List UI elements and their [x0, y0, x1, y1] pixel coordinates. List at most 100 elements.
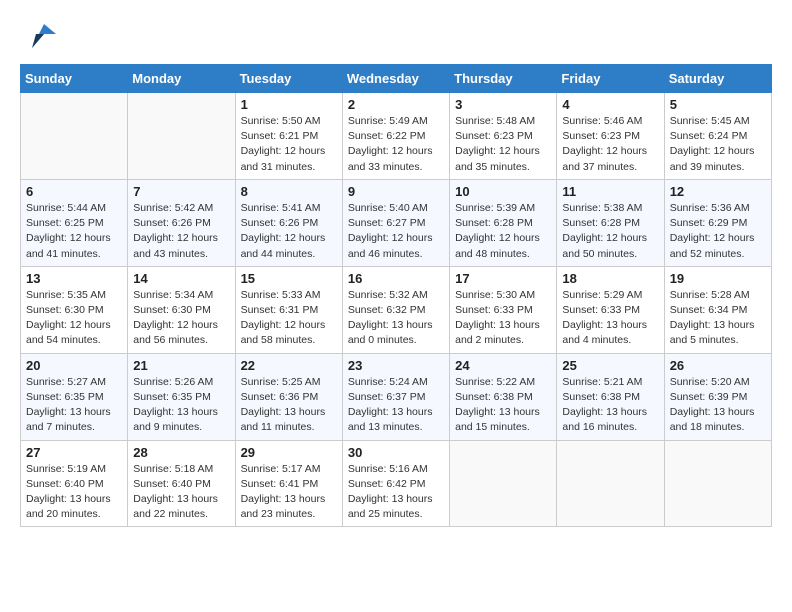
calendar-cell: 23 Sunrise: 5:24 AMSunset: 6:37 PMDayligh… — [342, 353, 449, 440]
day-number: 30 — [348, 445, 444, 460]
calendar-cell — [128, 93, 235, 180]
day-info: Sunrise: 5:44 AMSunset: 6:25 PMDaylight:… — [26, 201, 122, 262]
day-info: Sunrise: 5:45 AMSunset: 6:24 PMDaylight:… — [670, 114, 766, 175]
day-info: Sunrise: 5:29 AMSunset: 6:33 PMDaylight:… — [562, 288, 658, 349]
calendar-cell: 9 Sunrise: 5:40 AMSunset: 6:27 PMDaylight… — [342, 179, 449, 266]
day-number: 4 — [562, 97, 658, 112]
day-number: 9 — [348, 184, 444, 199]
day-info: Sunrise: 5:22 AMSunset: 6:38 PMDaylight:… — [455, 375, 551, 436]
calendar-cell: 24 Sunrise: 5:22 AMSunset: 6:38 PMDayligh… — [450, 353, 557, 440]
day-info: Sunrise: 5:24 AMSunset: 6:37 PMDaylight:… — [348, 375, 444, 436]
calendar-cell — [450, 440, 557, 527]
weekday-header: Sunday — [21, 65, 128, 93]
calendar-cell: 6 Sunrise: 5:44 AMSunset: 6:25 PMDaylight… — [21, 179, 128, 266]
day-info: Sunrise: 5:36 AMSunset: 6:29 PMDaylight:… — [670, 201, 766, 262]
day-number: 24 — [455, 358, 551, 373]
day-number: 12 — [670, 184, 766, 199]
day-info: Sunrise: 5:39 AMSunset: 6:28 PMDaylight:… — [455, 201, 551, 262]
calendar-cell — [557, 440, 664, 527]
calendar-cell — [664, 440, 771, 527]
day-number: 14 — [133, 271, 229, 286]
day-number: 1 — [241, 97, 337, 112]
weekday-header: Thursday — [450, 65, 557, 93]
calendar-cell: 19Sunrise: 5:28 AMSunset: 6:34 PMDayligh… — [664, 266, 771, 353]
day-number: 15 — [241, 271, 337, 286]
calendar-cell: 30 Sunrise: 5:16 AMSunset: 6:42 PMDayligh… — [342, 440, 449, 527]
calendar-cell: 21Sunrise: 5:26 AMSunset: 6:35 PMDayligh… — [128, 353, 235, 440]
day-info: Sunrise: 5:42 AMSunset: 6:26 PMDaylight:… — [133, 201, 229, 262]
logo — [20, 20, 56, 48]
calendar-cell: 10Sunrise: 5:39 AMSunset: 6:28 PMDayligh… — [450, 179, 557, 266]
calendar-cell: 15 Sunrise: 5:33 AMSunset: 6:31 PMDayligh… — [235, 266, 342, 353]
day-info: Sunrise: 5:33 AMSunset: 6:31 PMDaylight:… — [241, 288, 337, 349]
day-number: 27 — [26, 445, 122, 460]
calendar-week-row: 27Sunrise: 5:19 AMSunset: 6:40 PMDayligh… — [21, 440, 772, 527]
day-info: Sunrise: 5:27 AMSunset: 6:35 PMDaylight:… — [26, 375, 122, 436]
day-info: Sunrise: 5:38 AMSunset: 6:28 PMDaylight:… — [562, 201, 658, 262]
calendar-cell: 2 Sunrise: 5:49 AMSunset: 6:22 PMDaylight… — [342, 93, 449, 180]
day-info: Sunrise: 5:25 AMSunset: 6:36 PMDaylight:… — [241, 375, 337, 436]
day-info: Sunrise: 5:21 AMSunset: 6:38 PMDaylight:… — [562, 375, 658, 436]
calendar-cell: 4Sunrise: 5:46 AMSunset: 6:23 PMDaylight… — [557, 93, 664, 180]
day-number: 17 — [455, 271, 551, 286]
day-number: 25 — [562, 358, 658, 373]
calendar-cell: 28 Sunrise: 5:18 AMSunset: 6:40 PMDayligh… — [128, 440, 235, 527]
day-info: Sunrise: 5:41 AMSunset: 6:26 PMDaylight:… — [241, 201, 337, 262]
calendar-week-row: 13 Sunrise: 5:35 AMSunset: 6:30 PMDayligh… — [21, 266, 772, 353]
day-number: 16 — [348, 271, 444, 286]
day-number: 19 — [670, 271, 766, 286]
weekday-header: Saturday — [664, 65, 771, 93]
calendar-cell: 17Sunrise: 5:30 AMSunset: 6:33 PMDayligh… — [450, 266, 557, 353]
day-number: 3 — [455, 97, 551, 112]
day-number: 29 — [241, 445, 337, 460]
day-number: 22 — [241, 358, 337, 373]
calendar-week-row: 6 Sunrise: 5:44 AMSunset: 6:25 PMDaylight… — [21, 179, 772, 266]
calendar-cell: 20 Sunrise: 5:27 AMSunset: 6:35 PMDayligh… — [21, 353, 128, 440]
calendar-cell: 22 Sunrise: 5:25 AMSunset: 6:36 PMDayligh… — [235, 353, 342, 440]
day-number: 7 — [133, 184, 229, 199]
calendar-cell: 25 Sunrise: 5:21 AMSunset: 6:38 PMDayligh… — [557, 353, 664, 440]
calendar-cell — [21, 93, 128, 180]
day-info: Sunrise: 5:17 AMSunset: 6:41 PMDaylight:… — [241, 462, 337, 523]
day-info: Sunrise: 5:16 AMSunset: 6:42 PMDaylight:… — [348, 462, 444, 523]
day-info: Sunrise: 5:40 AMSunset: 6:27 PMDaylight:… — [348, 201, 444, 262]
calendar-cell: 14Sunrise: 5:34 AMSunset: 6:30 PMDayligh… — [128, 266, 235, 353]
calendar-cell: 12 Sunrise: 5:36 AMSunset: 6:29 PMDayligh… — [664, 179, 771, 266]
calendar-cell: 29 Sunrise: 5:17 AMSunset: 6:41 PMDayligh… — [235, 440, 342, 527]
day-number: 8 — [241, 184, 337, 199]
day-info: Sunrise: 5:50 AMSunset: 6:21 PMDaylight:… — [241, 114, 337, 175]
day-number: 26 — [670, 358, 766, 373]
day-number: 11 — [562, 184, 658, 199]
day-info: Sunrise: 5:18 AMSunset: 6:40 PMDaylight:… — [133, 462, 229, 523]
weekday-header: Wednesday — [342, 65, 449, 93]
day-info: Sunrise: 5:48 AMSunset: 6:23 PMDaylight:… — [455, 114, 551, 175]
weekday-header: Monday — [128, 65, 235, 93]
calendar-cell: 18 Sunrise: 5:29 AMSunset: 6:33 PMDayligh… — [557, 266, 664, 353]
day-info: Sunrise: 5:20 AMSunset: 6:39 PMDaylight:… — [670, 375, 766, 436]
calendar-week-row: 20 Sunrise: 5:27 AMSunset: 6:35 PMDayligh… — [21, 353, 772, 440]
day-info: Sunrise: 5:35 AMSunset: 6:30 PMDaylight:… — [26, 288, 122, 349]
calendar-cell: 1 Sunrise: 5:50 AMSunset: 6:21 PMDaylight… — [235, 93, 342, 180]
day-number: 5 — [670, 97, 766, 112]
calendar-cell: 8 Sunrise: 5:41 AMSunset: 6:26 PMDaylight… — [235, 179, 342, 266]
calendar-week-row: 1 Sunrise: 5:50 AMSunset: 6:21 PMDaylight… — [21, 93, 772, 180]
calendar-table: SundayMondayTuesdayWednesdayThursdayFrid… — [20, 64, 772, 527]
day-info: Sunrise: 5:32 AMSunset: 6:32 PMDaylight:… — [348, 288, 444, 349]
calendar-cell: 3 Sunrise: 5:48 AMSunset: 6:23 PMDaylight… — [450, 93, 557, 180]
day-number: 2 — [348, 97, 444, 112]
day-number: 13 — [26, 271, 122, 286]
calendar-cell: 5 Sunrise: 5:45 AMSunset: 6:24 PMDaylight… — [664, 93, 771, 180]
calendar-cell: 26 Sunrise: 5:20 AMSunset: 6:39 PMDayligh… — [664, 353, 771, 440]
day-number: 18 — [562, 271, 658, 286]
calendar-cell: 16 Sunrise: 5:32 AMSunset: 6:32 PMDayligh… — [342, 266, 449, 353]
calendar-cell: 13 Sunrise: 5:35 AMSunset: 6:30 PMDayligh… — [21, 266, 128, 353]
day-number: 6 — [26, 184, 122, 199]
day-number: 20 — [26, 358, 122, 373]
day-number: 28 — [133, 445, 229, 460]
day-info: Sunrise: 5:49 AMSunset: 6:22 PMDaylight:… — [348, 114, 444, 175]
day-number: 21 — [133, 358, 229, 373]
calendar-cell: 7 Sunrise: 5:42 AMSunset: 6:26 PMDaylight… — [128, 179, 235, 266]
day-number: 23 — [348, 358, 444, 373]
weekday-header: Friday — [557, 65, 664, 93]
weekday-header: Tuesday — [235, 65, 342, 93]
